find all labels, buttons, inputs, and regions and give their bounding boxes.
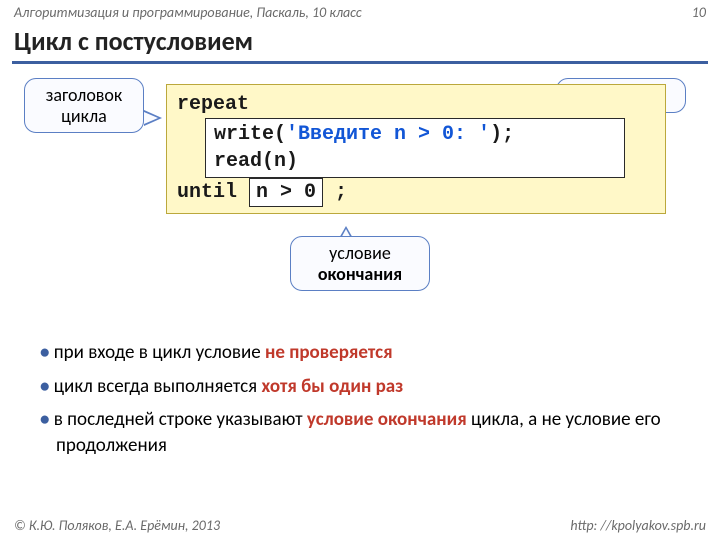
code-diagram: заголовок цикла тело цикла repeat write(…: [20, 74, 700, 324]
callout-header-tail: [144, 110, 162, 126]
code-read: read(n): [214, 150, 298, 173]
header-bar: Алгоритмизация и программирование, Паска…: [0, 0, 720, 23]
b2-emph: хотя бы один раз: [261, 375, 403, 398]
code-write-r: );: [490, 123, 514, 146]
callout-termination-condition: условие окончания: [290, 236, 430, 291]
b2-text: цикл всегда выполняется: [54, 375, 262, 398]
list-item: в последней строке указывают условие око…: [40, 407, 690, 458]
copyright: © К.Ю. Поляков, Е.А. Ерёмин, 2013: [14, 517, 220, 534]
code-until: until: [177, 181, 249, 204]
b1-text: при входе в цикл условие: [54, 341, 265, 364]
code-until-line: until n > 0 ;: [177, 178, 655, 207]
code-repeat: repeat: [177, 91, 655, 118]
callout-header-text: заголовок цикла: [46, 84, 123, 127]
list-item: цикл всегда выполняется хотя бы один раз: [40, 374, 690, 400]
page-number: 10: [692, 4, 706, 21]
page-title: Цикл с постусловием: [0, 23, 720, 61]
course-label: Алгоритмизация и программирование, Паска…: [14, 4, 362, 21]
b1-emph: не проверяется: [265, 341, 393, 364]
callout-loop-header: заголовок цикла: [24, 78, 144, 133]
source-url: http: //kpolyakov.spb.ru: [570, 517, 706, 534]
title-underline: [12, 61, 708, 64]
callout-cond-l1: условие: [329, 242, 391, 264]
footer-bar: © К.Ю. Поляков, Е.А. Ерёмин, 2013 http: …: [0, 517, 720, 534]
callout-cond-l2: окончания: [318, 263, 402, 285]
code-semi: ;: [323, 181, 347, 204]
code-block: repeat write('Введите n > 0: '); read(n)…: [166, 84, 666, 214]
code-write-str: 'Введите n > 0: ': [286, 123, 490, 146]
bullet-list: при входе в цикл условие не проверяется …: [40, 340, 690, 459]
code-cond-box: n > 0: [249, 178, 323, 207]
code-write-l: write(: [214, 123, 286, 146]
list-item: при входе в цикл условие не проверяется: [40, 340, 690, 366]
b3-emph: условие окончания: [307, 408, 467, 431]
b3-text: в последней строке указывают: [54, 408, 307, 431]
loop-body-box: write('Введите n > 0: '); read(n): [205, 118, 625, 178]
